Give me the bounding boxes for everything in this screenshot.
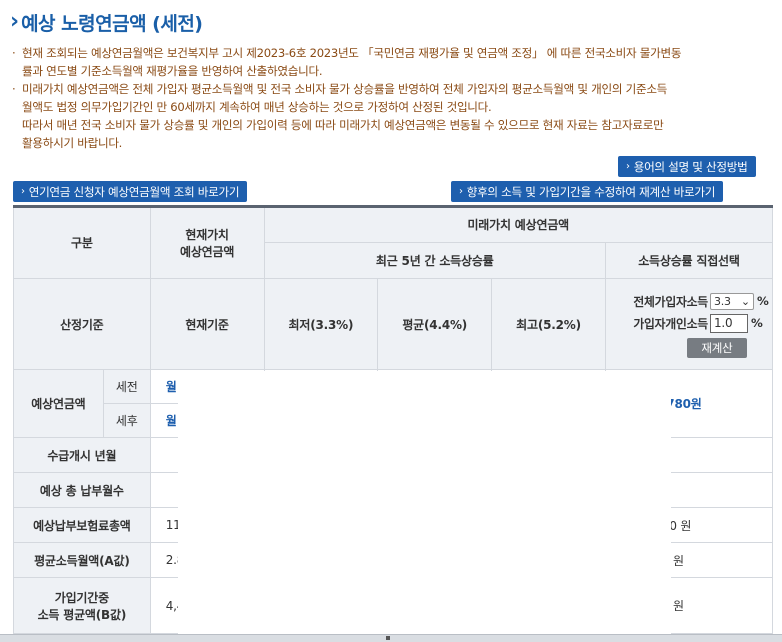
header-future-value: 미래가치 예상연금액 — [263, 206, 773, 243]
note-2: · 미래가치 예상연금액은 전체 가입자 평균소득월액 및 전국 소비자 물가 … — [12, 80, 776, 152]
notice-text: · 현재 조회되는 예상연금월액은 보건복지부 고시 제2023-6호 2023… — [12, 44, 776, 152]
bullet-icon: · — [12, 82, 16, 96]
explain-method-button[interactable]: › 용어의 설명 및 산정방법 — [618, 156, 756, 177]
individual-income-label: 가입자개인소득 — [633, 316, 708, 331]
row-b-line-1: 가입기간중 — [54, 590, 109, 605]
table-top-border — [13, 205, 773, 208]
header-present-value: 현재가치 예상연금액 — [149, 206, 265, 279]
row-pretax: 세전 — [102, 369, 151, 404]
header-direct-select: 소득상승률 직접선택 — [604, 242, 774, 279]
row-posttax: 세후 — [102, 403, 151, 438]
scroll-grip-icon[interactable] — [386, 636, 390, 640]
note-2-line-4: 활용하시기 바랍니다. — [22, 136, 123, 150]
header-category: 구분 — [13, 206, 151, 279]
row-start-date: 수급개시 년월 — [13, 437, 151, 473]
note-2-line-2: 월액도 법정 의무가입기간인 만 60세까지 계속하여 매년 상승하는 것으로 … — [22, 100, 492, 114]
chevron-down-icon: ⌄ — [740, 294, 750, 308]
percent-sign: % — [750, 316, 763, 330]
percent-sign: % — [756, 294, 769, 308]
row-premium-total: 예상납부보험료총액 — [13, 507, 151, 543]
chevron-right-icon: › — [459, 186, 463, 197]
rate-average: 평균(4.4%) — [377, 278, 493, 370]
row-basis-label: 산정기준 — [13, 278, 151, 370]
note-1-line-2: 률과 연도별 기준소득월액 재평가율을 반영하여 산출하였습니다. — [22, 64, 323, 78]
row-avg-income: 평균소득월액(A값) — [13, 542, 151, 578]
deferred-pension-button[interactable]: › 연기연금 신청자 예상연금월액 조회 바로가기 — [13, 181, 248, 202]
present-basis: 현재기준 — [149, 278, 265, 370]
chevron-right-icon: › — [21, 186, 25, 197]
row-b-line-2: 소득 평균액(B값) — [37, 607, 127, 622]
title-chevron-icon: › — [10, 9, 20, 34]
rate-high: 최고(5.2%) — [491, 278, 606, 370]
rate-low: 최저(3.3%) — [263, 278, 379, 370]
overlay-panel — [178, 371, 671, 634]
page-title-text: 예상 노령연금액 (세전) — [21, 12, 203, 35]
page-title: › 예상 노령연금액 (세전) — [10, 8, 203, 36]
header-present-line-2: 예상연금액 — [180, 244, 235, 259]
recalculate-button[interactable]: 재계산 — [686, 338, 747, 358]
total-income-label: 전체가입자소득 — [633, 294, 708, 309]
note-2-line-3: 따라서 매년 전국 소비자 물가 상승률 및 개인의 가입이력 등에 따라 미래… — [22, 118, 664, 132]
individual-income-input[interactable]: 1.0 — [709, 313, 748, 333]
deferred-pension-label: 연기연금 신청자 예상연금월액 조회 바로가기 — [28, 184, 240, 199]
chevron-right-icon: › — [626, 161, 630, 172]
horizontal-scrollbar[interactable] — [0, 634, 782, 642]
row-total-months: 예상 총 납부월수 — [13, 472, 151, 508]
row-expected-pension: 예상연금액 — [13, 369, 104, 438]
explain-method-label: 용어의 설명 및 산정방법 — [633, 159, 748, 174]
bullet-icon: · — [12, 46, 16, 60]
direct-rate-controls: 전체가입자소득 3.3 ⌄ % 가입자개인소득 1.0 % 재계산 — [604, 278, 774, 370]
note-1-line-1: 현재 조회되는 예상연금월액은 보건복지부 고시 제2023-6호 2023년도… — [22, 46, 682, 60]
header-present-line-1: 현재가치 — [185, 227, 229, 242]
total-income-value: 3.3 — [713, 294, 731, 308]
note-1: · 현재 조회되는 예상연금월액은 보건복지부 고시 제2023-6호 2023… — [12, 44, 776, 80]
recalculate-link-button[interactable]: › 향후의 소득 및 가입기간을 수정하여 재계산 바로가기 — [451, 181, 724, 202]
note-2-line-1: 미래가치 예상연금액은 전체 가입자 평균소득월액 및 전국 소비자 물가 상승… — [22, 82, 668, 96]
row-b-value: 가입기간중 소득 평균액(B값) — [13, 577, 151, 634]
header-recent-5yr: 최근 5년 간 소득상승률 — [263, 242, 606, 279]
total-income-select[interactable]: 3.3 ⌄ — [709, 292, 754, 310]
recalculate-link-label: 향후의 소득 및 가입기간을 수정하여 재계산 바로가기 — [466, 184, 716, 199]
